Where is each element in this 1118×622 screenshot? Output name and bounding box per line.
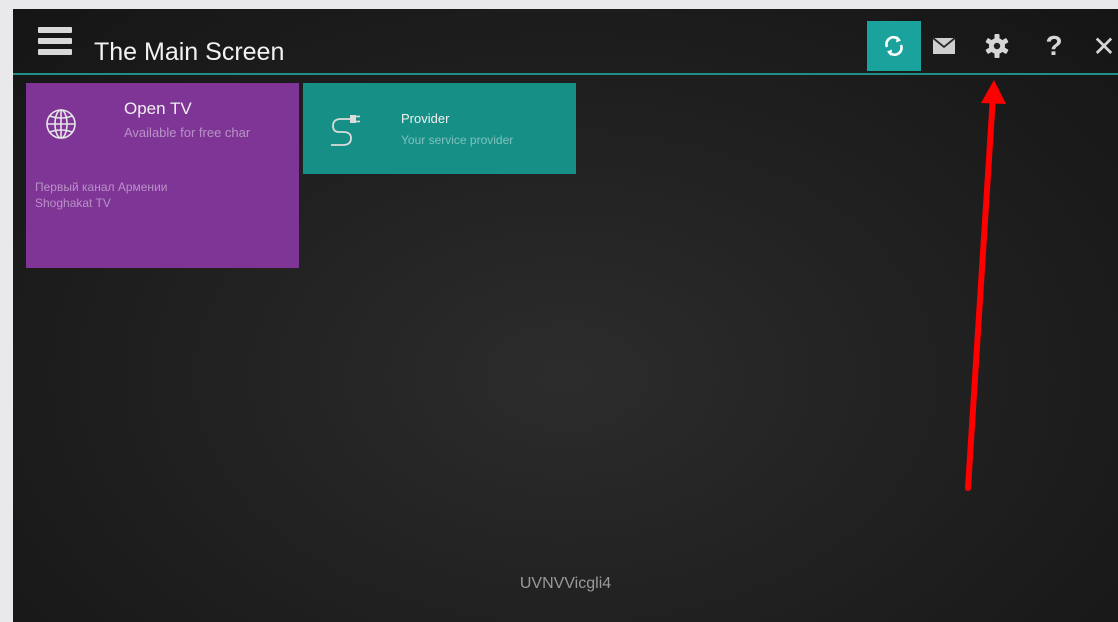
refresh-button[interactable]	[867, 21, 921, 71]
channel-list: Первый канал Армении Shoghakat TV	[35, 179, 167, 211]
mail-button[interactable]	[925, 21, 963, 71]
refresh-icon	[885, 35, 903, 57]
help-icon: ?	[1045, 30, 1063, 61]
close-button[interactable]: ✕	[1087, 21, 1118, 71]
help-button[interactable]: ?	[1037, 21, 1071, 71]
app-screen: The Main Screen ? ✕ Open TV Available fo…	[13, 9, 1118, 622]
tile-title: Provider	[401, 111, 450, 126]
channel-name: Первый канал Армении	[35, 180, 168, 194]
tile-subtitle: Available for free char	[124, 125, 251, 140]
tile-provider[interactable]: Provider Your service provider	[303, 83, 576, 174]
gear-icon	[985, 34, 1009, 58]
tile-subtitle: Your service provider	[401, 133, 514, 147]
channel-name: Shoghakat TV	[35, 196, 111, 210]
tile-title: Open TV	[124, 99, 192, 118]
close-icon: ✕	[1092, 30, 1116, 62]
mail-icon	[932, 37, 956, 54]
page-title: The Main Screen	[94, 38, 285, 66]
cable-plug-icon	[331, 115, 360, 146]
globe-icon	[46, 109, 76, 139]
tile-open-tv[interactable]: Open TV Available for free char Первый к…	[26, 83, 299, 268]
top-bar: The Main Screen ? ✕	[13, 9, 1118, 75]
device-code: UVNVVicgli4	[519, 575, 612, 592]
hamburger-menu-icon[interactable]	[38, 27, 72, 55]
settings-button[interactable]	[977, 21, 1017, 71]
